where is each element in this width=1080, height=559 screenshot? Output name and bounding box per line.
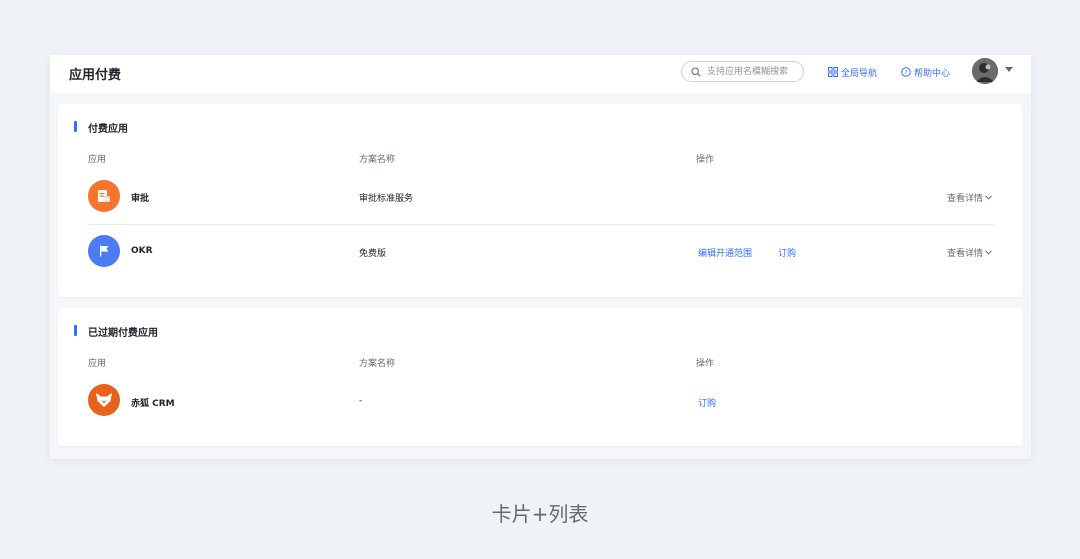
view-details-approval[interactable]: 查看详情 xyxy=(947,191,992,204)
edit-scope-link[interactable]: 编辑开通范围 xyxy=(698,246,752,259)
user-avatar[interactable] xyxy=(972,58,998,84)
okr-app-icon xyxy=(88,235,120,267)
help-center-link[interactable]: ? 帮助中心 xyxy=(901,65,950,79)
svg-text:?: ? xyxy=(904,68,907,76)
section-accent-bar xyxy=(74,325,77,336)
col-head-app: 应用 xyxy=(88,359,107,369)
global-nav-link[interactable]: 全局导航 xyxy=(828,65,877,79)
col-head-actions: 操作 xyxy=(696,359,715,369)
approval-app-icon xyxy=(88,180,120,212)
paid-apps-title: 付费应用 xyxy=(88,124,128,135)
expired-apps-card: 已过期付费应用 应用 方案名称 操作 赤狐 CRM - 订购 xyxy=(58,308,1023,446)
app-name-crm: 赤狐 CRM xyxy=(131,399,175,409)
view-details-okr[interactable]: 查看详情 xyxy=(947,246,992,259)
page-title: 应用付费 xyxy=(69,68,122,83)
col-head-app: 应用 xyxy=(88,155,107,165)
row-divider xyxy=(88,224,994,225)
search-input[interactable] xyxy=(707,64,801,79)
col-head-actions: 操作 xyxy=(696,155,715,165)
view-details-label: 查看详情 xyxy=(947,194,984,204)
chevron-down-icon[interactable] xyxy=(1005,67,1013,73)
top-header: 应用付费 全局导航 ? 帮助中心 xyxy=(50,55,1031,93)
col-head-plan: 方案名称 xyxy=(359,155,396,165)
approval-icon xyxy=(98,190,110,202)
plan-name-approval: 审批标准服务 xyxy=(359,194,414,204)
search-box[interactable] xyxy=(681,61,804,82)
fox-icon xyxy=(96,393,112,407)
subscribe-link-crm[interactable]: 订购 xyxy=(698,396,716,409)
subscribe-link-okr[interactable]: 订购 xyxy=(778,246,796,259)
grid-icon xyxy=(828,67,838,77)
app-window: 应用付费 全局导航 ? 帮助中心 xyxy=(50,55,1031,459)
help-icon: ? xyxy=(901,67,911,77)
col-head-plan: 方案名称 xyxy=(359,359,396,369)
section-accent-bar xyxy=(74,121,77,132)
app-name-approval: 审批 xyxy=(131,194,150,204)
view-details-label: 查看详情 xyxy=(947,249,984,259)
figure-caption: 卡片+列表 xyxy=(491,502,589,526)
crm-app-icon xyxy=(88,384,120,416)
paid-apps-card: 付费应用 应用 方案名称 操作 审批 审批标准服务 查看详情 OKR 免费版 编… xyxy=(58,104,1023,297)
search-icon xyxy=(691,67,701,77)
avatar-image xyxy=(972,58,998,84)
expired-apps-title: 已过期付费应用 xyxy=(88,328,158,339)
chevron-down-icon xyxy=(985,250,992,255)
flag-icon xyxy=(100,245,109,257)
app-name-okr: OKR xyxy=(131,246,153,256)
plan-name-okr: 免费版 xyxy=(359,249,387,259)
help-center-label: 帮助中心 xyxy=(914,68,951,79)
plan-name-crm: - xyxy=(359,396,363,406)
global-nav-label: 全局导航 xyxy=(841,68,878,79)
chevron-down-icon xyxy=(985,195,992,200)
